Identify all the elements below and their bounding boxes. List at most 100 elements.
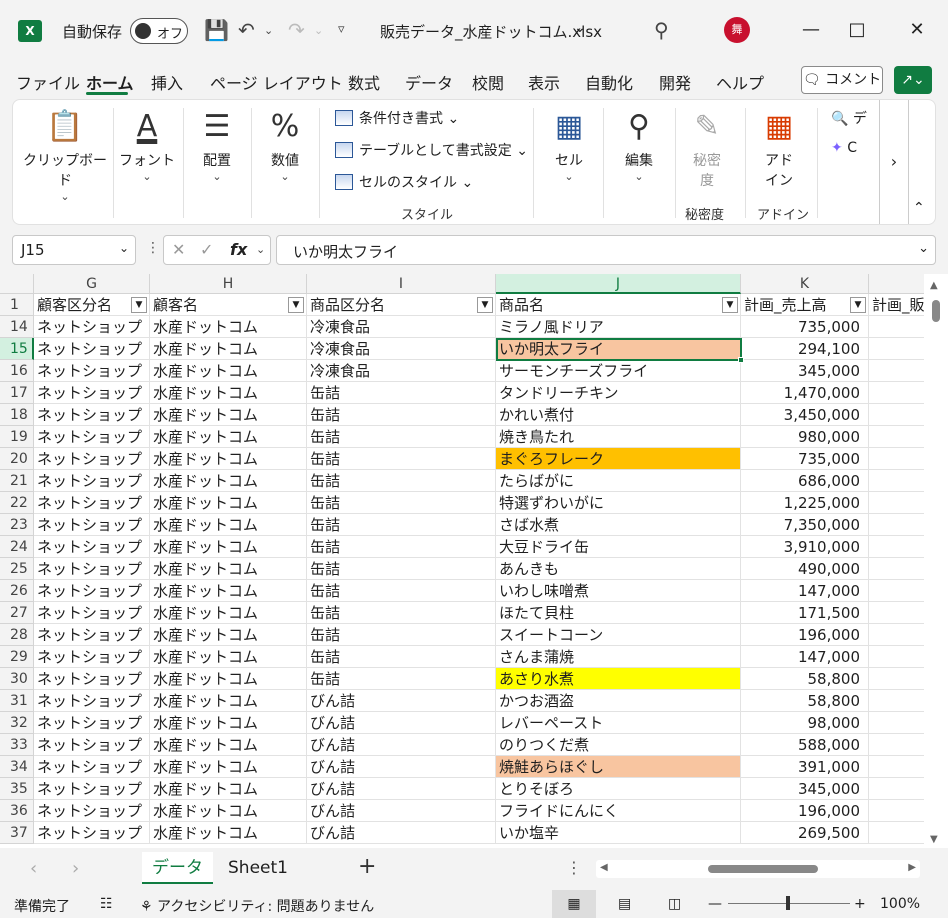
cell-l[interactable] bbox=[869, 448, 924, 470]
filter-dropdown-icon[interactable]: ▼ bbox=[477, 297, 493, 313]
cell-g[interactable]: ネットショップ bbox=[34, 734, 150, 756]
cell-l[interactable] bbox=[869, 822, 924, 844]
cell-l[interactable] bbox=[869, 624, 924, 646]
row-header[interactable]: 32 bbox=[0, 712, 34, 734]
maximize-icon[interactable]: □ bbox=[834, 14, 880, 46]
row-header[interactable]: 18 bbox=[0, 404, 34, 426]
number-button[interactable]: % 数値 ⌄ bbox=[257, 104, 313, 183]
cell-h[interactable]: 水産ドットコム bbox=[150, 360, 307, 382]
cell-i[interactable]: 冷凍食品 bbox=[307, 360, 496, 382]
cell-k[interactable]: 391,000 bbox=[741, 756, 869, 778]
cell-h[interactable]: 水産ドットコム bbox=[150, 316, 307, 338]
header-cell[interactable]: 商品区分名 ▼ bbox=[307, 294, 496, 316]
cell-g[interactable]: ネットショップ bbox=[34, 360, 150, 382]
search-icon[interactable]: ⚲ bbox=[654, 18, 669, 42]
data-analysis-button[interactable]: 🔍 デ bbox=[831, 108, 867, 128]
cell-l[interactable] bbox=[869, 602, 924, 624]
sheet-tab-sheet1[interactable]: Sheet1 bbox=[218, 852, 298, 884]
sensitivity-button[interactable]: ✎ 秘密 度 bbox=[679, 104, 735, 190]
chevron-down-icon[interactable]: ⌄ bbox=[574, 20, 586, 36]
scroll-left-icon[interactable]: ◀ bbox=[600, 862, 608, 873]
cell-h[interactable]: 水産ドットコム bbox=[150, 404, 307, 426]
tab-automate[interactable]: 自動化 bbox=[585, 70, 633, 94]
next-sheet-icon[interactable]: › bbox=[72, 858, 79, 879]
cell-h[interactable]: 水産ドットコム bbox=[150, 470, 307, 492]
cell-j[interactable]: さば水煮 bbox=[496, 514, 741, 536]
more-sheets-icon[interactable]: ⋮ bbox=[566, 858, 582, 877]
confirm-icon[interactable]: ✓ bbox=[200, 240, 213, 259]
cell-l[interactable] bbox=[869, 734, 924, 756]
cell-j[interactable]: サーモンチーズフライ bbox=[496, 360, 741, 382]
cell-i[interactable]: 缶詰 bbox=[307, 602, 496, 624]
avatar[interactable]: 舞 bbox=[724, 17, 750, 43]
cell-j[interactable]: かつお酒盗 bbox=[496, 690, 741, 712]
tab-formulas[interactable]: 数式 bbox=[348, 70, 380, 94]
cell-i[interactable]: 缶詰 bbox=[307, 404, 496, 426]
expand-formula-icon[interactable]: ⌄ bbox=[918, 241, 929, 256]
header-cell[interactable]: 計画_販 bbox=[869, 294, 924, 316]
vertical-scrollbar[interactable]: ▲ ▼ bbox=[924, 274, 948, 848]
row-header[interactable]: 28 bbox=[0, 624, 34, 646]
cell-i[interactable]: 冷凍食品 bbox=[307, 316, 496, 338]
cell-h[interactable]: 水産ドットコム bbox=[150, 536, 307, 558]
cell-j[interactable]: 特選ずわいがに bbox=[496, 492, 741, 514]
cell-j[interactable]: さんま蒲焼 bbox=[496, 646, 741, 668]
row-header[interactable]: 31 bbox=[0, 690, 34, 712]
cell-j[interactable]: まぐろフレーク bbox=[496, 448, 741, 470]
cell-j[interactable]: かれい煮付 bbox=[496, 404, 741, 426]
column-header-g[interactable]: G bbox=[34, 274, 150, 294]
row-header[interactable]: 25 bbox=[0, 558, 34, 580]
cell-l[interactable] bbox=[869, 404, 924, 426]
cell-k[interactable]: 345,000 bbox=[741, 360, 869, 382]
row-header[interactable]: 35 bbox=[0, 778, 34, 800]
collapse-ribbon-icon[interactable]: ⌃ bbox=[913, 200, 925, 216]
cell-l[interactable] bbox=[869, 492, 924, 514]
zoom-level[interactable]: 100% bbox=[880, 896, 920, 912]
cell-h[interactable]: 水産ドットコム bbox=[150, 558, 307, 580]
row-header[interactable]: 30 bbox=[0, 668, 34, 690]
cell-g[interactable]: ネットショップ bbox=[34, 492, 150, 514]
cell-l[interactable] bbox=[869, 514, 924, 536]
row-header[interactable]: 1 bbox=[0, 294, 34, 316]
cell-l[interactable] bbox=[869, 580, 924, 602]
tab-data[interactable]: データ bbox=[405, 70, 453, 94]
name-box[interactable]: J15 ⌄ bbox=[12, 235, 136, 265]
header-cell[interactable]: 計画_売上高 ▼ bbox=[741, 294, 869, 316]
cell-i[interactable]: 缶詰 bbox=[307, 580, 496, 602]
cell-k[interactable]: 490,000 bbox=[741, 558, 869, 580]
zoom-out-icon[interactable]: — bbox=[708, 896, 722, 912]
ribbon-more-button[interactable]: › bbox=[879, 100, 909, 224]
cell-l[interactable] bbox=[869, 668, 924, 690]
cell-j[interactable]: 焼き鳥たれ bbox=[496, 426, 741, 448]
cell-h[interactable]: 水産ドットコム bbox=[150, 734, 307, 756]
cell-i[interactable]: びん詰 bbox=[307, 756, 496, 778]
file-name[interactable]: 販売データ_水産ドットコム.xlsx bbox=[380, 21, 602, 42]
cell-g[interactable]: ネットショップ bbox=[34, 624, 150, 646]
cell-j[interactable]: たらばがに bbox=[496, 470, 741, 492]
cell-g[interactable]: ネットショップ bbox=[34, 712, 150, 734]
cell-l[interactable] bbox=[869, 558, 924, 580]
cell-l[interactable] bbox=[869, 338, 924, 360]
copilot-button[interactable]: ✦ C bbox=[831, 140, 857, 156]
cell-h[interactable]: 水産ドットコム bbox=[150, 514, 307, 536]
cell-g[interactable]: ネットショップ bbox=[34, 514, 150, 536]
cell-g[interactable]: ネットショップ bbox=[34, 668, 150, 690]
cell-k[interactable]: 58,800 bbox=[741, 690, 869, 712]
normal-view-icon[interactable]: ▦ bbox=[552, 890, 596, 918]
cell-l[interactable] bbox=[869, 800, 924, 822]
cell-i[interactable]: 缶詰 bbox=[307, 470, 496, 492]
scroll-right-icon[interactable]: ▶ bbox=[908, 862, 916, 873]
cell-l[interactable] bbox=[869, 470, 924, 492]
cell-g[interactable]: ネットショップ bbox=[34, 338, 150, 360]
cell-g[interactable]: ネットショップ bbox=[34, 580, 150, 602]
cell-i[interactable]: 缶詰 bbox=[307, 382, 496, 404]
cell-g[interactable]: ネットショップ bbox=[34, 448, 150, 470]
scroll-down-icon[interactable]: ▼ bbox=[930, 834, 938, 845]
cell-i[interactable]: びん詰 bbox=[307, 734, 496, 756]
cell-i[interactable]: 缶詰 bbox=[307, 558, 496, 580]
row-header[interactable]: 16 bbox=[0, 360, 34, 382]
cell-g[interactable]: ネットショップ bbox=[34, 690, 150, 712]
more-options-icon[interactable]: ⋮ bbox=[146, 240, 160, 256]
save-icon[interactable]: 💾 bbox=[204, 18, 229, 42]
cell-h[interactable]: 水産ドットコム bbox=[150, 426, 307, 448]
